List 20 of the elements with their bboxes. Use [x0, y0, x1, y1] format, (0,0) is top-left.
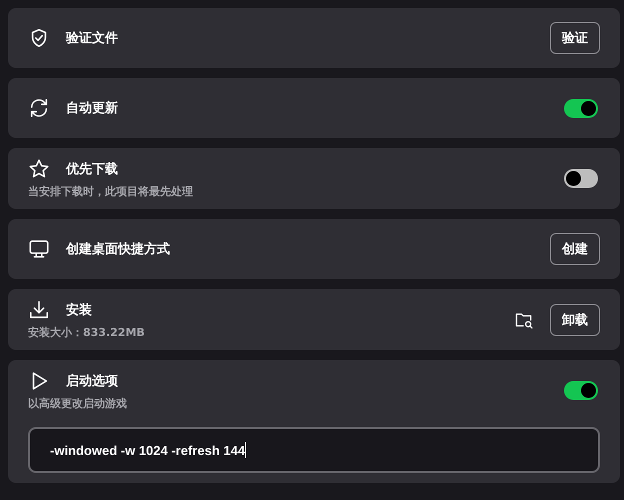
setting-title: 启动选项: [66, 372, 118, 390]
setting-title: 安装: [66, 302, 92, 319]
setting-description: 安装大小：833.22MB: [28, 325, 145, 340]
action-button[interactable]: 卸载: [550, 304, 600, 336]
action-button[interactable]: 创建: [550, 233, 600, 265]
refresh-icon: [28, 97, 50, 119]
action-button[interactable]: 验证: [550, 22, 600, 54]
setting-title: 优先下载: [66, 161, 118, 178]
setting-title: 自动更新: [66, 100, 118, 117]
download-icon: [28, 299, 50, 321]
toggle-switch[interactable]: [564, 169, 598, 188]
toggle-switch[interactable]: [564, 381, 598, 400]
setting-description: 当安排下载时，此项目将最先处理: [28, 184, 193, 199]
toggle-switch[interactable]: [564, 98, 598, 118]
star-icon: [28, 158, 50, 180]
setting-description: 以高级更改启动游戏: [28, 396, 127, 411]
setting-title: 创建桌面快捷方式: [66, 240, 170, 258]
setting-title: 验证文件: [66, 30, 118, 47]
monitor-icon: [28, 238, 50, 260]
launch-options-field[interactable]: -windowed -w 1024 -refresh 144: [28, 427, 600, 473]
